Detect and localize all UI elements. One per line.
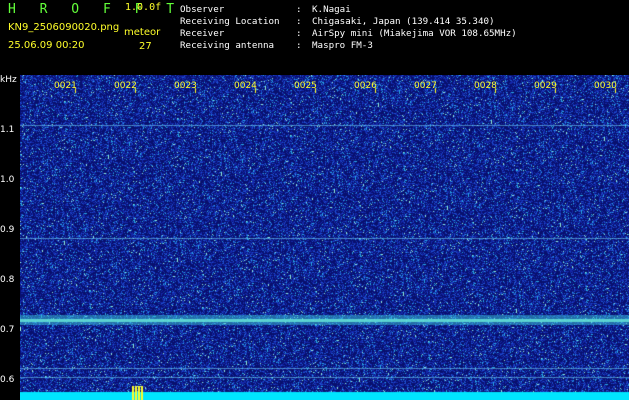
x-tick-label: 0030 bbox=[594, 81, 617, 91]
y-tick-label: 0.7 bbox=[0, 325, 15, 335]
y-tick-label: 0.6 bbox=[0, 375, 15, 385]
y-tick-label: 1.1 bbox=[0, 125, 15, 135]
info-key-receiver: Receiver bbox=[180, 28, 225, 39]
x-tick-label: 0022 bbox=[114, 81, 137, 91]
info-sep: : bbox=[296, 28, 302, 39]
y-axis-unit: kHz bbox=[0, 75, 17, 85]
info-value-receiver: AirSpy mini (Miakejima VOR 108.65MHz) bbox=[312, 28, 517, 39]
info-value-location: Chigasaki, Japan (139.414 35.340) bbox=[312, 16, 495, 27]
x-tick-label: 0029 bbox=[534, 81, 557, 91]
meteor-label: meteor bbox=[124, 27, 161, 38]
y-tick-label: 0.9 bbox=[0, 225, 15, 235]
x-tick-label: 0027 bbox=[414, 81, 437, 91]
info-value-antenna: Maspro FM-3 bbox=[312, 40, 373, 51]
filename-label: KN9_2506090020.png bbox=[8, 22, 120, 33]
y-tick-label: 1.0 bbox=[0, 175, 15, 185]
info-sep: : bbox=[296, 4, 302, 15]
x-tick-label: 0025 bbox=[294, 81, 317, 91]
spectrogram-plot bbox=[20, 75, 629, 400]
info-key-observer: Observer bbox=[180, 4, 225, 15]
x-tick-label: 0028 bbox=[474, 81, 497, 91]
info-key-antenna: Receiving antenna bbox=[180, 40, 275, 51]
x-tick-label: 0024 bbox=[234, 81, 257, 91]
info-sep: : bbox=[296, 16, 302, 27]
x-tick-label: 0023 bbox=[174, 81, 197, 91]
y-tick-label: 0.8 bbox=[0, 275, 15, 285]
x-tick-label: 0026 bbox=[354, 81, 377, 91]
info-sep: : bbox=[296, 40, 302, 51]
datetime-label: 25.06.09 00:20 bbox=[8, 40, 85, 51]
version-label: 1.0.0f bbox=[125, 2, 162, 13]
info-value-observer: K.Nagai bbox=[312, 4, 351, 15]
header-panel: H R O F F T 1.0.0f KN9_2506090020.png 25… bbox=[0, 0, 629, 75]
x-tick-label: 0021 bbox=[54, 81, 77, 91]
spectrogram-canvas bbox=[20, 75, 629, 400]
info-key-location: Receiving Location bbox=[180, 16, 280, 27]
meteor-count: 27 bbox=[139, 41, 152, 52]
